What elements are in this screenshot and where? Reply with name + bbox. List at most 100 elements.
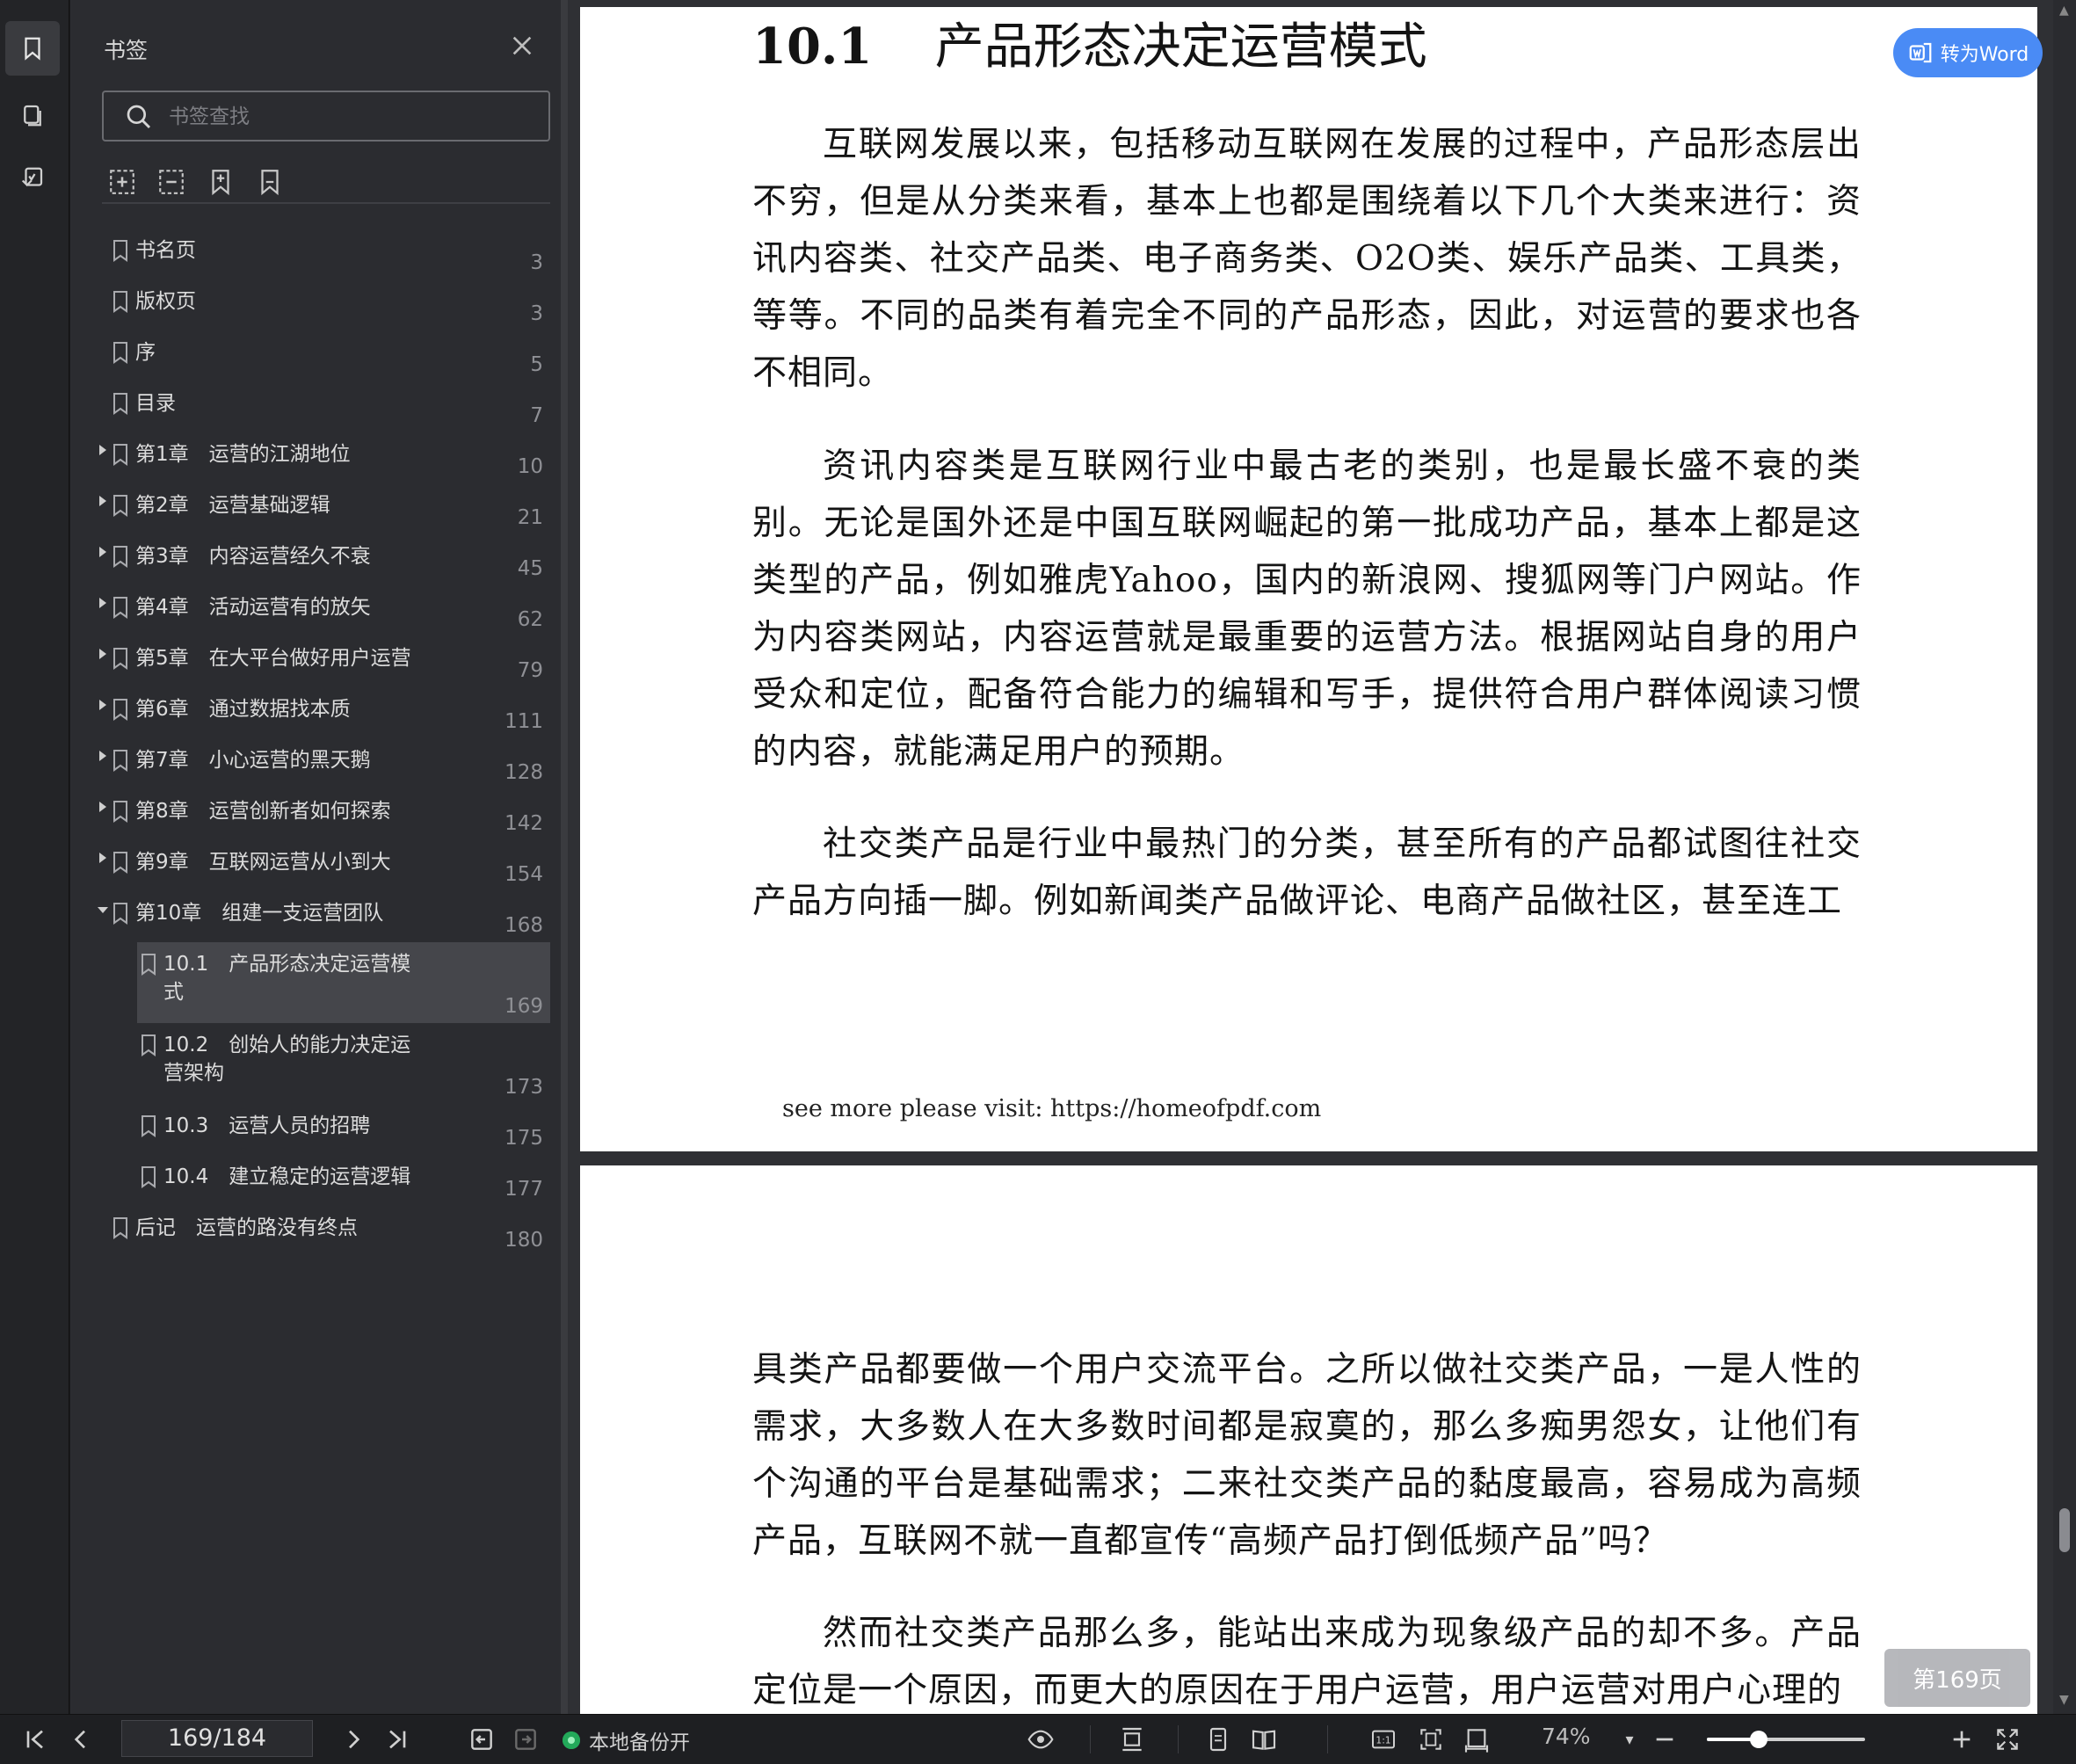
two-page-icon[interactable] [1248,1724,1280,1755]
bookmark-item[interactable]: 第2章 运营基础逻辑 21 [83,483,561,534]
bookmark-label: 第9章 互联网运营从小到大 [135,851,391,874]
chevron-right-icon[interactable] [97,747,109,765]
chevron-right-icon[interactable] [97,492,109,510]
bookmark-page-number: 154 [504,863,543,886]
close-icon[interactable] [508,32,536,60]
pdf-page-170: 具类产品都要做一个用户交流平台。之所以做社交类产品，一是人性的需求，大多数人在大… [580,1165,2037,1719]
scroll-up-icon[interactable]: ▲ [2059,4,2069,18]
bookmark-label: 第5章 在大平台做好用户运营 [135,647,411,670]
bookmark-label: 第2章 运营基础逻辑 [135,494,330,517]
bookmark-item[interactable]: 序5 [83,330,561,381]
convert-to-word-label: 转为Word [1940,44,2029,66]
fit-page-icon[interactable] [1415,1724,1447,1755]
panel-splitter[interactable] [561,0,568,1714]
add-bookmark-icon[interactable] [206,167,236,197]
paragraph: 具类产品都要做一个用户交流平台。之所以做社交类产品，一是人性的需求，大多数人在大… [752,1350,1862,1561]
bookmark-item[interactable]: 10.1 产品形态决定运营模式 169 [137,942,550,1023]
bookmark-flag-icon [139,953,158,976]
next-page-icon[interactable] [338,1724,369,1755]
page-footer: see more please visit: https://homeofpdf… [782,1095,1322,1122]
back-icon[interactable] [466,1724,497,1755]
eye-protection-icon[interactable] [1020,1724,1062,1755]
paragraph: 然而社交类产品那么多，能站出来成为现象级产品的却不多。产品定位是一个原因，而更大… [752,1614,1862,1710]
local-backup-toggle[interactable]: 本地备份开 [563,1725,690,1755]
scroll-down-icon[interactable]: ▼ [2059,1693,2069,1707]
bookmark-page-number: 10 [517,455,543,478]
bookmark-page-number: 142 [504,812,543,835]
bookmark-label: 10.3 运营人员的招聘 [163,1114,371,1137]
section-heading: 10.1 产品形态决定运营模式 [752,7,1427,78]
bookmark-item[interactable]: 第10章 组建一支运营团队 168 [83,891,561,942]
first-page-icon[interactable] [19,1724,51,1755]
bookmark-search-input[interactable] [167,99,540,134]
bookmark-flag-icon [111,902,130,925]
bookmark-label: 目录 [135,392,176,415]
forward-icon[interactable] [510,1724,541,1755]
fullscreen-icon[interactable] [1992,1724,2023,1755]
page-number-input[interactable]: 169/184 [121,1720,313,1757]
bookmark-icon[interactable] [255,167,285,197]
bookmark-item[interactable]: 目录 7 [83,381,561,432]
bookmark-item[interactable]: 第9章 互联网运营从小到大 154 [83,840,561,891]
zoom-level[interactable]: 74% [1542,1724,1591,1749]
zoom-in-icon[interactable] [1946,1724,1978,1755]
expand-all-icon[interactable] [107,167,137,197]
chevron-right-icon[interactable] [97,645,109,663]
fit-width-icon[interactable] [1461,1724,1492,1755]
bookmark-toolbar [102,163,550,204]
bookmark-item[interactable]: 10.4 建立稳定的运营逻辑 177 [83,1155,561,1206]
convert-to-word-button[interactable]: 转为Word [1893,28,2043,77]
bookmark-item[interactable]: 后记 运营的路没有终点 180 [83,1206,561,1257]
chevron-right-icon[interactable] [97,543,109,561]
bookmark-item[interactable]: 第4章 活动运营有的放矢 62 [83,585,561,636]
bookmark-item[interactable]: 版权页 3 [83,279,561,330]
continuous-scroll-icon[interactable] [1116,1724,1148,1755]
zoom-slider[interactable] [1707,1731,1865,1748]
chevron-down-icon[interactable] [97,900,109,918]
bookmark-page-number: 3 [530,302,543,325]
pdf-page-169: 10.1 产品形态决定运营模式 互联网发展以来，包括移动互联网在发展的过程中，产… [580,7,2037,1151]
bookmark-label: 版权页 [135,290,196,313]
bookmark-item[interactable]: 第7章 小心运营的黑天鹅 128 [83,738,561,789]
previous-page-icon[interactable] [65,1724,97,1755]
bookmark-item[interactable]: 第5章 在大平台做好用户运营 79 [83,636,561,687]
chevron-right-icon[interactable] [97,594,109,612]
bookmark-flag-icon [111,596,130,619]
bookmark-label: 10.2 创始人的能力决定运营架构 [163,1034,411,1085]
bookmark-item[interactable]: 第1章 运营的江湖地位 10 [83,432,561,483]
backup-status-icon [563,1731,580,1749]
zoom-out-icon[interactable] [1649,1724,1680,1755]
bookmark-page-number: 180 [504,1229,543,1252]
single-page-icon[interactable] [1202,1724,1234,1755]
vertical-scrollbar[interactable]: ▲ ▼ [2053,0,2076,1714]
chevron-right-icon[interactable] [97,849,109,867]
actual-size-icon[interactable]: 1:1 [1368,1724,1399,1755]
last-page-icon[interactable] [381,1724,413,1755]
bookmark-label: 第10章 组建一支运营团队 [135,902,384,925]
bookmark-page-number: 5 [530,353,543,376]
bookmark-panel-icon[interactable] [5,21,60,76]
scrollbar-thumb[interactable] [2059,1508,2070,1552]
zoom-dropdown-chevron-down-icon[interactable]: ▾ [1614,1724,1645,1755]
current-page-chip: 第169页 [1884,1649,2030,1707]
annotation-panel-icon[interactable] [5,151,60,206]
bookmark-flag-icon [111,800,130,823]
bookmark-item[interactable]: 10.3 运营人员的招聘 175 [83,1104,561,1155]
bookmark-flag-icon [111,494,130,517]
chevron-right-icon[interactable] [97,441,109,459]
bookmark-item[interactable]: 第6章 通过数据找本质 111 [83,687,561,738]
bookmark-item[interactable]: 书名页 3 [83,229,561,279]
bookmark-item[interactable]: 第3章 内容运营经久不衰 45 [83,534,561,585]
bookmark-page-number: 128 [504,761,543,784]
bookmark-item[interactable]: 第8章 运营创新者如何探索 142 [83,789,561,840]
bookmark-item[interactable]: 10.2 创始人的能力决定运营架构 173 [83,1023,561,1104]
bookmark-label: 第8章 运营创新者如何探索 [135,800,391,823]
chevron-right-icon[interactable] [97,696,109,714]
zoom-slider-handle[interactable] [1750,1731,1768,1748]
collapse-all-icon[interactable] [156,167,186,197]
thumbnail-panel-icon[interactable] [5,88,60,142]
bookmark-label: 第7章 小心运营的黑天鹅 [135,749,371,772]
section-number: 10.1 [752,18,873,76]
bookmark-flag-icon [111,443,130,466]
chevron-right-icon[interactable] [97,798,109,816]
